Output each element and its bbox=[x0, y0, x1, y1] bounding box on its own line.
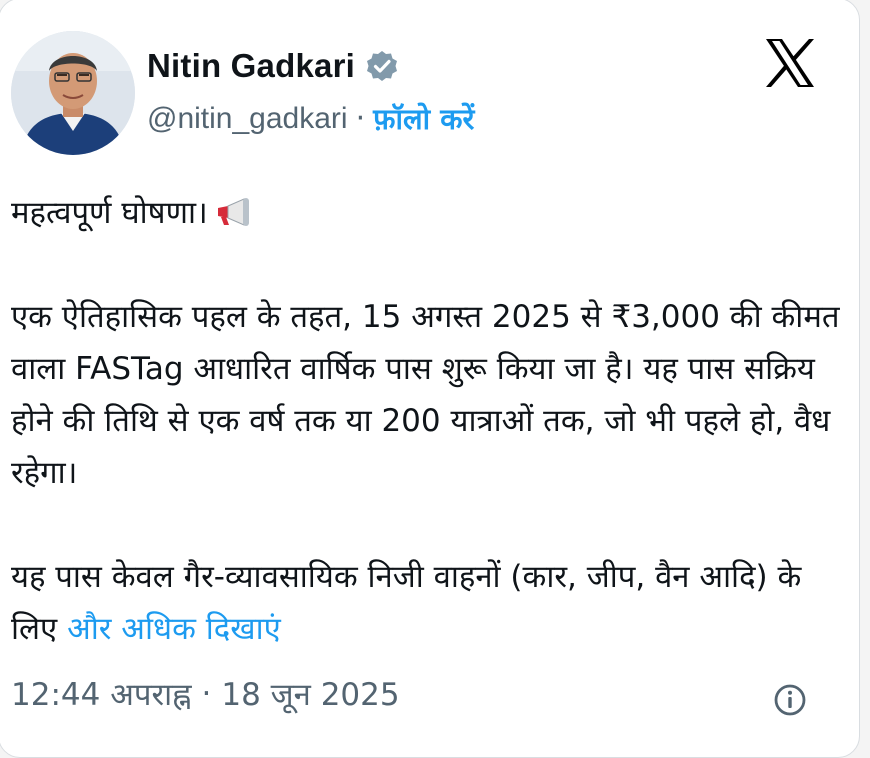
tweet-heading-text: महत्वपूर्ण घोषणा। bbox=[11, 195, 208, 231]
info-icon[interactable] bbox=[773, 683, 807, 717]
verified-badge-icon bbox=[365, 49, 399, 83]
handle-separator: · bbox=[355, 101, 366, 136]
tweet-timestamp[interactable]: 12:44 अपराह्न · 18 जून 2025 bbox=[11, 673, 400, 715]
tweet-line-1: महत्वपूर्ण घोषणा। bbox=[11, 187, 843, 239]
author-name-row: Nitin Gadkari bbox=[147, 47, 399, 85]
x-logo-icon[interactable] bbox=[764, 37, 816, 89]
author-handle-row: @nitin_gadkari · फ़ॉलो करें bbox=[147, 99, 474, 138]
author-handle[interactable]: @nitin_gadkari bbox=[147, 102, 348, 136]
timestamp-date: 18 जून 2025 bbox=[221, 677, 400, 713]
follow-button[interactable]: फ़ॉलो करें bbox=[373, 99, 474, 138]
avatar[interactable] bbox=[11, 31, 135, 155]
author-name[interactable]: Nitin Gadkari bbox=[147, 47, 355, 85]
tweet-paragraph-3: यह पास केवल गैर-व्यावसायिक निजी वाहनों (… bbox=[11, 551, 843, 655]
tweet-paragraph-2: एक ऐतिहासिक पहल के तहत, 15 अगस्त 2025 से… bbox=[11, 299, 840, 491]
timestamp-separator: · bbox=[201, 676, 212, 712]
tweet-body: महत्वपूर्ण घोषणा। एक ऐतिहासिक पहल के तहत… bbox=[11, 187, 843, 655]
tweet-card: Nitin Gadkari @nitin_gadkari · फ़ॉलो करे… bbox=[0, 0, 860, 758]
timestamp-time: 12:44 अपराह्न bbox=[11, 677, 192, 713]
megaphone-icon bbox=[214, 191, 252, 226]
show-more-link[interactable]: और अधिक दिखाएं bbox=[67, 611, 281, 647]
